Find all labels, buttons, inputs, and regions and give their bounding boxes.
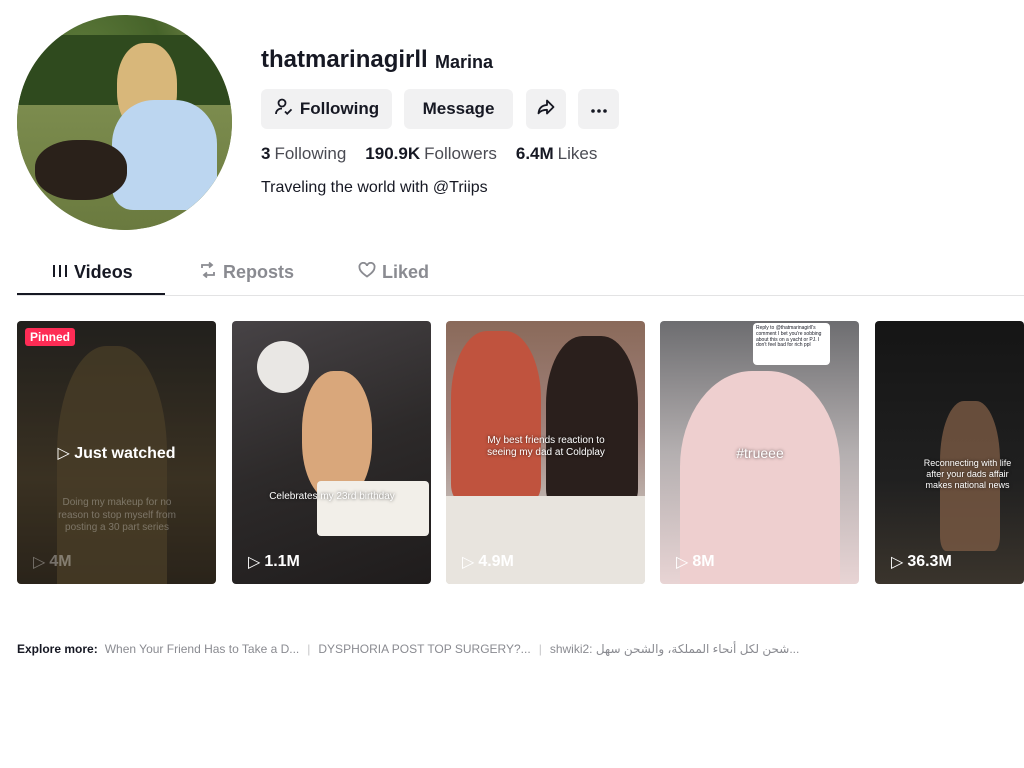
video-views: ▷ 4M — [33, 552, 72, 572]
video-caption: Celebrates my 23rd birthday — [269, 491, 395, 502]
explore-more: Explore more: When Your Friend Has to Ta… — [17, 642, 799, 656]
share-arrow-icon — [536, 97, 556, 122]
overlay-label: Just watched — [74, 445, 176, 462]
grid-icon — [52, 262, 68, 283]
stat-label: Followers — [424, 144, 497, 163]
stat-label: Likes — [557, 144, 598, 163]
video-card[interactable]: Pinned ▷ Just watched Doing my makeup fo… — [17, 321, 216, 584]
following-button-label: Following — [299, 99, 380, 118]
play-icon: ▷ — [57, 445, 70, 462]
video-views: ▷ 8M — [676, 552, 715, 572]
profile-stats: 3 Following 190.9K Followers 6.4M Likes — [261, 144, 597, 164]
views-count: 4.9M — [478, 553, 514, 570]
explore-link[interactable]: DYSPHORIA POST TOP SURGERY?... — [318, 642, 530, 656]
tab-reposts[interactable]: Reposts — [199, 261, 295, 283]
more-button[interactable] — [578, 89, 619, 129]
play-icon: ▷ — [891, 554, 904, 571]
divider: | — [538, 642, 542, 656]
video-card[interactable]: Celebrates my 23rd birthday ▷ 1.1M — [232, 321, 431, 584]
divider: | — [307, 642, 311, 656]
tab-videos[interactable]: Videos — [52, 262, 133, 283]
video-caption: Doing my makeup for no reason to stop my… — [58, 497, 176, 533]
play-icon: ▷ — [462, 554, 475, 571]
share-button[interactable] — [526, 89, 566, 129]
views-count: 36.3M — [907, 553, 952, 570]
video-caption: My best friends reaction to seeing my da… — [487, 435, 605, 458]
views-count: 8M — [692, 553, 715, 570]
video-caption: Reconnecting with life after your dads a… — [923, 458, 1012, 490]
video-card[interactable]: Reply to @thatmarinagirll's comment I be… — [660, 321, 859, 584]
explore-label: Explore more: — [17, 642, 98, 656]
play-icon: ▷ — [676, 554, 689, 571]
stat-value: 3 — [261, 144, 271, 163]
profile-tabs: Videos Reposts Liked — [17, 253, 1024, 296]
views-count: 1.1M — [264, 553, 300, 570]
video-card[interactable]: Reconnecting with life after your dads a… — [875, 321, 1024, 584]
explore-link[interactable]: When Your Friend Has to Take a D... — [105, 642, 300, 656]
play-icon: ▷ — [33, 554, 46, 571]
tab-liked[interactable]: Liked — [358, 261, 430, 283]
play-icon: ▷ — [248, 554, 261, 571]
profile-bio: Traveling the world with @Triips — [261, 179, 488, 196]
active-tab-indicator — [17, 293, 165, 295]
pinned-badge: Pinned — [25, 328, 76, 346]
video-views: ▷ 4.9M — [462, 552, 514, 572]
heart-outline-icon — [358, 261, 376, 283]
more-dots-icon — [590, 99, 608, 119]
stat-label: Following — [274, 144, 347, 163]
video-views: ▷ 1.1M — [248, 552, 300, 572]
just-watched-overlay: ▷ Just watched — [17, 443, 216, 463]
user-check-icon — [274, 97, 294, 122]
profile-nickname: Marina — [435, 52, 494, 72]
explore-link[interactable]: shwiki2: شحن لكل أنحاء المملكة، والشحن س… — [550, 642, 800, 656]
video-caption: #trueee — [736, 445, 784, 461]
tab-label: Reposts — [223, 262, 295, 282]
video-views: ▷ 36.3M — [891, 552, 952, 572]
stat-following[interactable]: 3 Following — [261, 144, 346, 164]
tab-label: Videos — [74, 262, 133, 282]
stat-value: 6.4M — [515, 144, 554, 163]
views-count: 4M — [49, 553, 72, 570]
repost-icon — [199, 261, 217, 283]
stat-value: 190.9K — [365, 144, 421, 163]
tab-label: Liked — [382, 262, 430, 282]
message-button[interactable]: Message — [404, 89, 513, 129]
profile-avatar[interactable] — [17, 15, 232, 230]
following-button[interactable]: Following — [261, 89, 392, 129]
stat-likes: 6.4M Likes — [516, 144, 597, 164]
profile-username: thatmarinagirll — [261, 46, 428, 73]
stat-followers[interactable]: 190.9K Followers — [365, 144, 497, 164]
comment-reply-card: Reply to @thatmarinagirll's comment I be… — [753, 323, 830, 365]
video-card[interactable]: My best friends reaction to seeing my da… — [446, 321, 645, 584]
